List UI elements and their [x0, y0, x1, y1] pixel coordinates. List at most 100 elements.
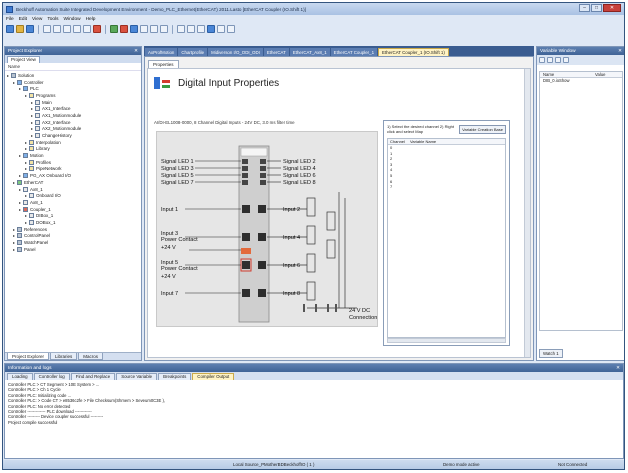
tree-item[interactable]: ▸ Controller [7, 79, 139, 86]
add-icon[interactable] [539, 57, 545, 63]
monitor-icon[interactable] [227, 25, 235, 33]
tab-properties[interactable]: Properties [148, 60, 179, 68]
channel-row[interactable]: 7 [388, 184, 505, 190]
tab-loading[interactable]: Loading [7, 373, 33, 380]
breakpoint-icon[interactable] [207, 25, 215, 33]
remove-icon[interactable] [547, 57, 553, 63]
tab-breakpoints[interactable]: Breakpoints [158, 373, 192, 380]
stop-icon[interactable] [120, 25, 128, 33]
menu-edit[interactable]: Edit [19, 17, 27, 22]
new-project-icon[interactable] [6, 25, 14, 33]
close-button[interactable]: ✕ [603, 4, 621, 12]
doc-tab[interactable]: EtherCAT [263, 48, 289, 56]
tree-item[interactable]: ▸ WatchPanel [7, 239, 139, 246]
gray-icon [17, 246, 22, 252]
watch-icon[interactable] [217, 25, 225, 33]
tree-item[interactable]: ▸ Interpolation [7, 139, 139, 146]
horizontal-scrollbar[interactable] [387, 338, 506, 343]
project-explorer-header: Project Explorer ✕ [5, 47, 141, 55]
tab-macros[interactable]: Macros [78, 353, 104, 360]
variable-creation-button[interactable]: Variable Creation Base [459, 125, 506, 134]
tree-item[interactable]: ▸ AX1_Motionmodule [7, 112, 139, 119]
step-into-icon[interactable] [187, 25, 195, 33]
tree-item[interactable]: ▸ Programs [7, 92, 139, 99]
vertical-scrollbar[interactable] [524, 69, 530, 357]
tree-item-label: AX2_Interface [42, 119, 71, 125]
tree-item-label: Coupler_1 [30, 206, 51, 212]
logout-icon[interactable] [160, 25, 168, 33]
copy-icon[interactable] [73, 25, 81, 33]
tab-find-replace[interactable]: Find and Replace [70, 373, 116, 380]
tree-item[interactable]: ▸ ControlPanel [7, 233, 139, 240]
tab-controller-log[interactable]: Controller log [33, 373, 70, 380]
close-icon[interactable]: ✕ [618, 49, 622, 54]
paste-icon[interactable] [83, 25, 91, 33]
tree-item[interactable]: ▸ AX1_Interface [7, 105, 139, 112]
tab-compiler-output[interactable]: Compiler Output [192, 373, 235, 380]
tab-project-explorer[interactable]: Project Explorer [7, 353, 50, 360]
digital-input-icon [154, 75, 172, 91]
variable-mapping-panel: 1) Select the desired channel 2) Right c… [383, 120, 510, 346]
doc-tab[interactable]: EtherCAT_Ax8_1 [289, 48, 330, 56]
tab-watch-1[interactable]: Watch 1 [539, 349, 563, 358]
doc-tab[interactable]: Chartprofile [178, 48, 208, 56]
cut-icon[interactable] [63, 25, 71, 33]
explorer-bottom-tabs: Project Explorer Libraries Macros [5, 352, 141, 360]
tree-item[interactable]: ▸ Ax8_1 [7, 186, 139, 193]
tree-item-label: AX1_Interface [42, 106, 71, 112]
undo-icon[interactable] [43, 25, 51, 33]
tree-item[interactable]: ▸ ChangeHistory [7, 132, 139, 139]
tab-libraries[interactable]: Libraries [50, 353, 78, 360]
tree-item[interactable]: ▸ EtherCAT [7, 179, 139, 186]
tree-item[interactable]: ▸ Panel [7, 246, 139, 253]
step-out-icon[interactable] [197, 25, 205, 33]
tree-item[interactable]: ▸ DOBox_1 [7, 219, 139, 226]
watch-row[interactable]: DIB_0.ioShow [540, 78, 622, 84]
tree-item[interactable]: ▸ Ax8_1 [7, 199, 139, 206]
menu-view[interactable]: View [32, 17, 42, 22]
tree-item[interactable]: ▸ Profiles [7, 159, 139, 166]
filter-icon[interactable] [563, 57, 569, 63]
online-icon[interactable] [140, 25, 148, 33]
build-icon[interactable] [93, 25, 101, 33]
tree-item[interactable]: ▸ AX2_Interface [7, 119, 139, 126]
menu-window[interactable]: Window [64, 17, 81, 22]
label-input-6: Input 6 [283, 263, 300, 269]
menu-file[interactable]: File [6, 17, 14, 22]
close-icon[interactable]: ✕ [134, 49, 138, 54]
tab-source-variable[interactable]: Source Variable [116, 373, 158, 380]
tree-item[interactable]: ▸ PG_AX Onboard I/O [7, 172, 139, 179]
save-icon[interactable] [26, 25, 34, 33]
minimize-button[interactable]: – [579, 4, 590, 12]
doc-tab[interactable]: Midiverson I/O_ODI_ODI [208, 48, 263, 56]
download-icon[interactable] [130, 25, 138, 33]
redo-icon[interactable] [53, 25, 61, 33]
menu-help[interactable]: Help [86, 17, 96, 22]
tree-item[interactable]: ▸ Solution [7, 72, 139, 79]
box-icon [35, 112, 40, 118]
tree-item[interactable]: ▸ Onboard I/O [7, 192, 139, 199]
doc-tab[interactable]: AxProfMotion [145, 48, 178, 56]
refresh-icon[interactable] [555, 57, 561, 63]
menu-tools[interactable]: Tools [47, 17, 58, 22]
tree-item[interactable]: ▸ AX2_Motionmodule [7, 126, 139, 133]
close-icon[interactable]: ✕ [616, 366, 620, 371]
tree-item[interactable]: ▸ Motion [7, 152, 139, 159]
doc-tab-active[interactable]: EtherCAT Coupler_1 (IO.Shift 1) [378, 48, 449, 56]
tree-item[interactable]: ▸ References [7, 226, 139, 233]
tree-item[interactable]: ▸ PipeNetwork [7, 166, 139, 173]
doc-tab[interactable]: EtherCAT Coupler_1 [330, 48, 378, 56]
tree-item[interactable]: ▸ Coupler_1 [7, 206, 139, 213]
login-icon[interactable] [150, 25, 158, 33]
tree-item[interactable]: ▸ Library [7, 146, 139, 153]
label-signal-led-3: Signal LED 3 [161, 166, 194, 172]
maximize-button[interactable]: □ [591, 4, 602, 12]
step-over-icon[interactable] [177, 25, 185, 33]
tree-item[interactable]: ▸ PLC [7, 85, 139, 92]
open-folder-icon[interactable] [16, 25, 24, 33]
run-icon[interactable] [110, 25, 118, 33]
tree-item[interactable]: ▸ Main [7, 99, 139, 106]
tree-item[interactable]: ▸ DIBox_1 [7, 212, 139, 219]
tab-project-view[interactable]: Project View [7, 56, 40, 63]
tree-item-label: Ax8_1 [30, 186, 43, 192]
